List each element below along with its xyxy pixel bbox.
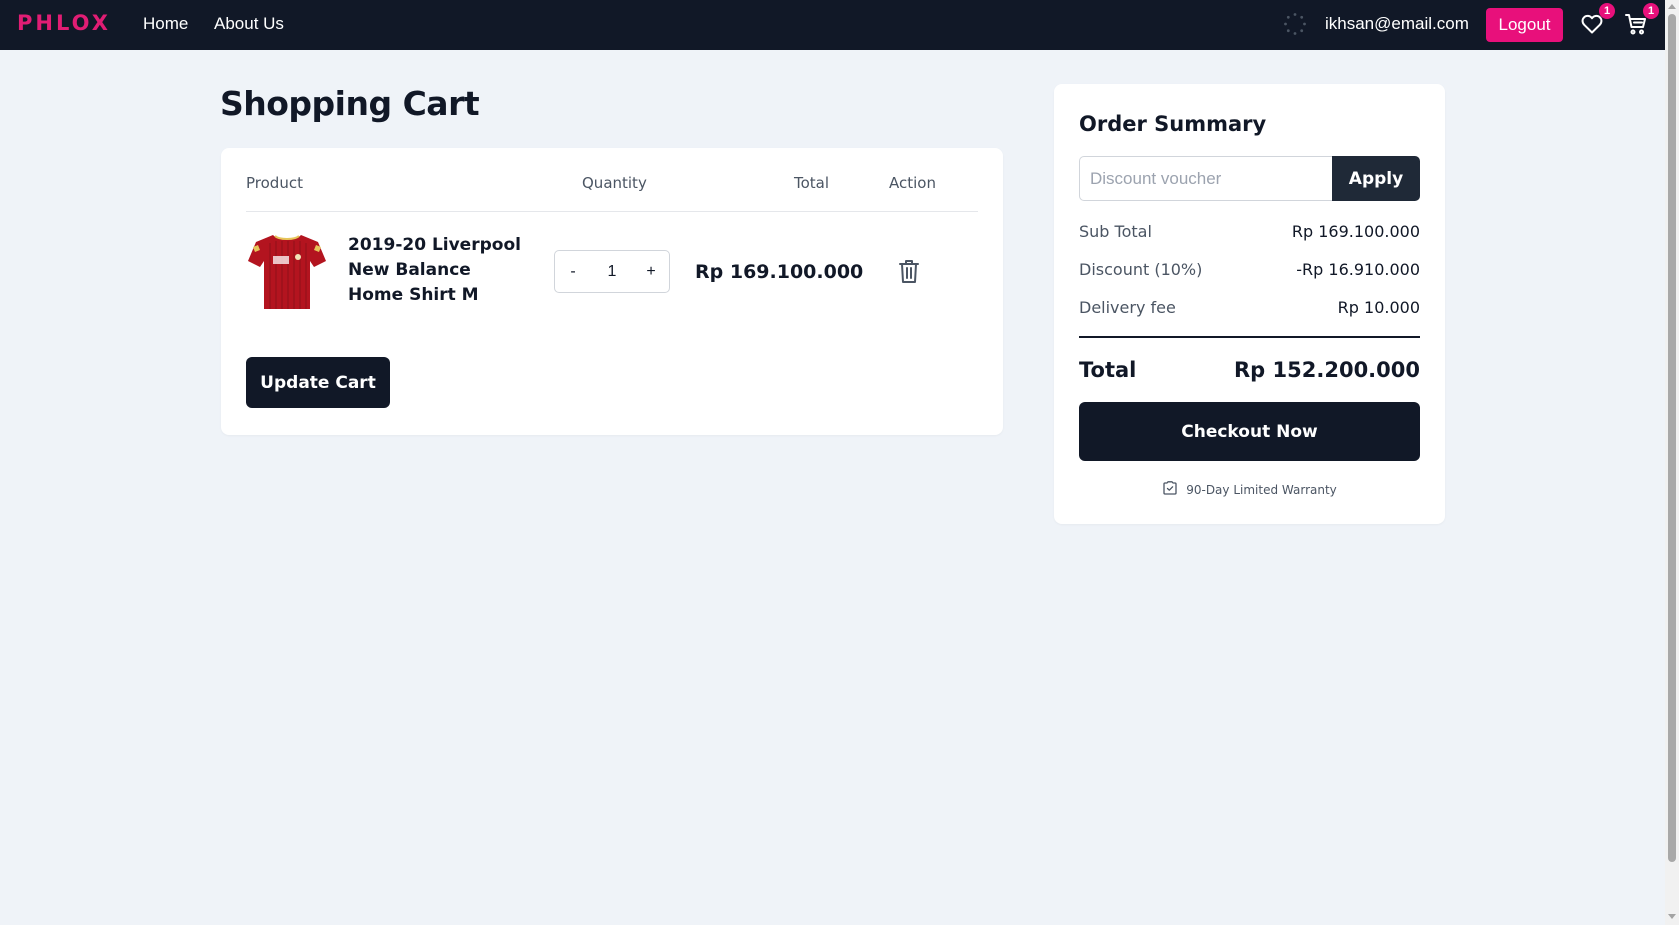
quantity-stepper: - + bbox=[554, 250, 670, 293]
total-label: Total bbox=[1079, 358, 1137, 382]
decrement-button[interactable]: - bbox=[555, 251, 591, 292]
cart-button[interactable]: 1 bbox=[1624, 3, 1659, 40]
cart-icon bbox=[1624, 14, 1648, 40]
cart-count-badge: 1 bbox=[1643, 3, 1659, 19]
page-title: Shopping Cart bbox=[220, 84, 480, 123]
subtotal-value: Rp 169.100.000 bbox=[1291, 222, 1420, 241]
discount-row: Discount (10%) -Rp 16.910.000 bbox=[1079, 260, 1420, 279]
scroll-up-arrow-icon[interactable] bbox=[1668, 4, 1676, 9]
discount-value: -Rp 16.910.000 bbox=[1296, 260, 1420, 279]
total-row: Total Rp 152.200.000 bbox=[1079, 358, 1420, 382]
subtotal-row: Sub Total Rp 169.100.000 bbox=[1079, 222, 1420, 241]
line-total: Rp 169.100.000 bbox=[695, 261, 864, 283]
increment-button[interactable]: + bbox=[633, 251, 669, 292]
scroll-down-arrow-icon[interactable] bbox=[1668, 914, 1676, 919]
quantity-input[interactable] bbox=[591, 251, 633, 292]
nav-link-about-us[interactable]: About Us bbox=[214, 14, 284, 34]
remove-item-button[interactable] bbox=[897, 258, 921, 284]
column-header-action: Action bbox=[889, 174, 936, 192]
shield-check-icon bbox=[1162, 480, 1178, 499]
warranty-text: 90-Day Limited Warranty bbox=[1186, 482, 1337, 497]
subtotal-label: Sub Total bbox=[1079, 222, 1152, 241]
warranty-note: 90-Day Limited Warranty bbox=[1054, 480, 1445, 499]
column-header-product: Product bbox=[246, 174, 303, 192]
checkout-button[interactable]: Checkout Now bbox=[1079, 402, 1420, 461]
wishlist-button[interactable]: 1 bbox=[1580, 3, 1615, 40]
summary-divider bbox=[1079, 336, 1420, 338]
trash-icon bbox=[897, 260, 921, 288]
scrollbar-thumb[interactable] bbox=[1668, 14, 1676, 862]
heart-icon bbox=[1580, 14, 1604, 40]
apply-voucher-button[interactable]: Apply bbox=[1332, 156, 1420, 201]
discount-voucher-input[interactable] bbox=[1079, 156, 1333, 201]
column-header-quantity: Quantity bbox=[582, 174, 647, 192]
order-summary-card: Order Summary Apply Sub Total Rp 169.100… bbox=[1054, 84, 1445, 524]
product-name[interactable]: 2019-20 Liverpool New Balance Home Shirt… bbox=[348, 233, 528, 308]
nav-link-home[interactable]: Home bbox=[143, 14, 188, 34]
user-email: ikhsan@email.com bbox=[1325, 14, 1469, 33]
discount-label: Discount (10%) bbox=[1079, 260, 1203, 279]
delivery-fee-row: Delivery fee Rp 10.000 bbox=[1079, 298, 1420, 317]
delivery-fee-value: Rp 10.000 bbox=[1337, 298, 1420, 317]
total-value: Rp 152.200.000 bbox=[1234, 358, 1420, 382]
table-header-divider bbox=[246, 211, 978, 212]
brand-logo[interactable]: PHLOX bbox=[17, 11, 111, 35]
loading-spinner-icon bbox=[1283, 12, 1307, 36]
cart-table-card: Product Quantity Total Action 2019-20 Li… bbox=[221, 148, 1003, 435]
logout-button[interactable]: Logout bbox=[1486, 8, 1563, 42]
top-navbar: PHLOX Home About Us ikhsan@email.com Log… bbox=[0, 0, 1665, 50]
delivery-fee-label: Delivery fee bbox=[1079, 298, 1176, 317]
product-image[interactable] bbox=[246, 231, 328, 311]
wishlist-count-badge: 1 bbox=[1599, 3, 1615, 19]
column-header-total: Total bbox=[794, 174, 830, 192]
summary-title: Order Summary bbox=[1079, 112, 1267, 136]
update-cart-button[interactable]: Update Cart bbox=[246, 357, 390, 408]
